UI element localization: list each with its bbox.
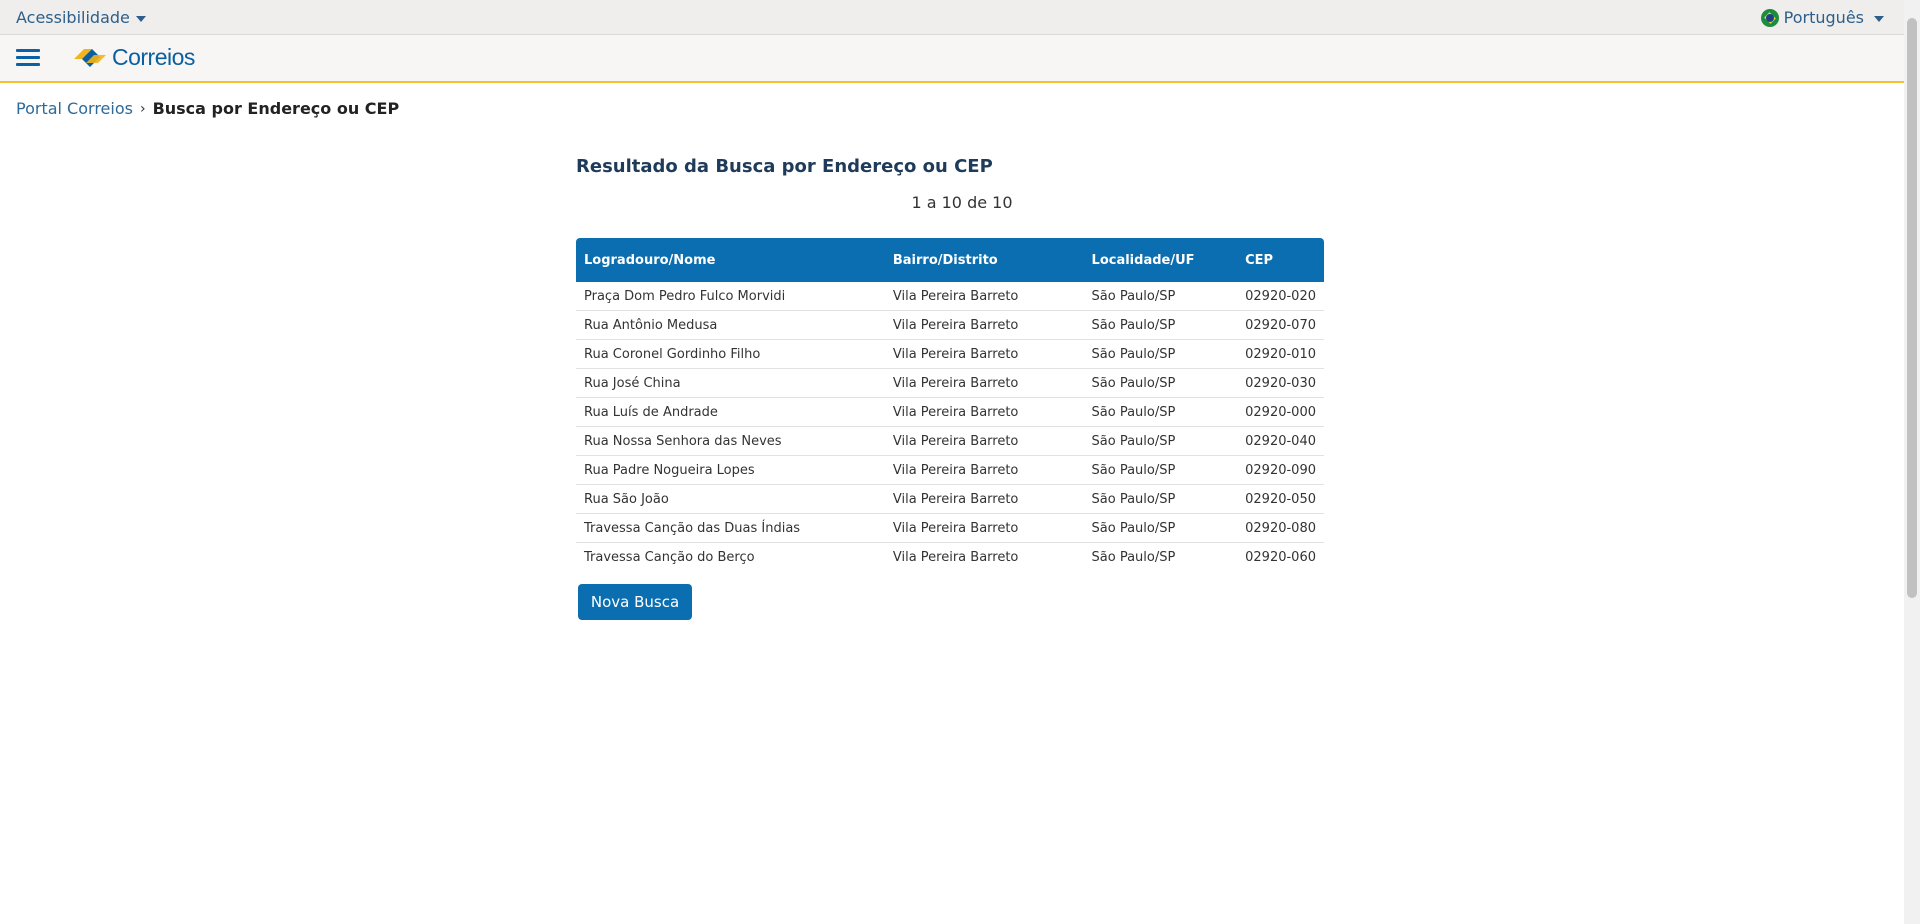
hamburger-icon[interactable] bbox=[16, 49, 40, 67]
cell-cep: 02920-040 bbox=[1237, 426, 1324, 456]
results-table: Logradouro/Nome Bairro/Distrito Localida… bbox=[576, 238, 1324, 571]
table-row: Rua Padre Nogueira Lopes Vila Pereira Ba… bbox=[576, 455, 1324, 485]
correios-logo-mark-icon bbox=[74, 49, 106, 67]
cell-bairro: Vila Pereira Barreto bbox=[884, 513, 1084, 543]
accessibility-menu[interactable]: Acessibilidade bbox=[16, 8, 146, 27]
cell-logradouro: Travessa Canção das Duas Índias bbox=[576, 513, 885, 543]
page-scrollbar[interactable] bbox=[1904, 0, 1920, 924]
language-selector[interactable]: Português bbox=[1760, 8, 1884, 27]
breadcrumb: Portal Correios › Busca por Endereço ou … bbox=[16, 99, 399, 118]
logo-text: Correios bbox=[112, 43, 195, 70]
cell-logradouro: Travessa Canção do Berço bbox=[584, 549, 755, 565]
breadcrumb-current: Busca por Endereço ou CEP bbox=[152, 99, 400, 118]
cell-bairro: Vila Pereira Barreto bbox=[884, 455, 1084, 485]
new-search-button[interactable]: Nova Busca bbox=[578, 584, 692, 620]
result-counter: 1 a 10 de 10 bbox=[911, 193, 1013, 212]
scrollbar-thumb[interactable] bbox=[1907, 18, 1917, 598]
table-row: Rua Nossa Senhora das Neves Vila Pereira… bbox=[576, 426, 1324, 456]
cell-logradouro: Rua Luís de Andrade bbox=[576, 397, 885, 427]
cell-localidade: São Paulo/SP bbox=[1083, 339, 1238, 369]
table-row: Travessa Canção das Duas Índias Vila Per… bbox=[576, 513, 1324, 543]
cell-bairro: Vila Pereira Barreto bbox=[884, 310, 1084, 340]
table-row: Rua José China Vila Pereira Barreto São … bbox=[576, 368, 1324, 398]
page-title: Resultado da Busca por Endereço ou CEP bbox=[576, 156, 993, 177]
cell-localidade: São Paulo/SP bbox=[1083, 455, 1238, 485]
table-row: Rua Coronel Gordinho Filho Vila Pereira … bbox=[576, 339, 1324, 369]
cell-cep: 02920-030 bbox=[1237, 368, 1324, 398]
cell-localidade: São Paulo/SP bbox=[1083, 426, 1238, 456]
chevron-down-icon bbox=[1874, 15, 1884, 22]
breadcrumb-separator-icon: › bbox=[139, 100, 146, 117]
table-row: Travessa Canção do Berço Vila Pereira Ba… bbox=[576, 543, 1324, 572]
brazil-flag-icon bbox=[1760, 8, 1779, 27]
cell-logradouro: Rua São João bbox=[576, 484, 885, 514]
cell-localidade: São Paulo/SP bbox=[1083, 310, 1238, 340]
column-header-bairro: Bairro/Distrito bbox=[884, 238, 1084, 282]
cell-cep: 02920-000 bbox=[1237, 397, 1324, 427]
cell-bairro: Vila Pereira Barreto bbox=[884, 282, 1084, 311]
cell-localidade: São Paulo/SP bbox=[1091, 549, 1176, 565]
cell-cep: 02920-010 bbox=[1237, 339, 1324, 369]
cell-bairro: Vila Pereira Barreto bbox=[884, 426, 1084, 456]
cell-cep: 02920-060 bbox=[1245, 549, 1316, 565]
table-row: Rua Luís de Andrade Vila Pereira Barreto… bbox=[576, 397, 1324, 427]
cell-logradouro: Rua Nossa Senhora das Neves bbox=[576, 426, 885, 456]
column-header-logradouro: Logradouro/Nome bbox=[576, 238, 885, 282]
cell-bairro: Vila Pereira Barreto bbox=[884, 397, 1084, 427]
cell-cep: 02920-090 bbox=[1237, 455, 1324, 485]
table-header-row: Logradouro/Nome Bairro/Distrito Localida… bbox=[576, 238, 1324, 282]
table-row: Rua São João Vila Pereira Barreto São Pa… bbox=[576, 484, 1324, 514]
column-header-localidade: Localidade/UF bbox=[1083, 238, 1238, 282]
cell-cep: 02920-080 bbox=[1237, 513, 1324, 543]
cell-logradouro: Praça Dom Pedro Fulco Morvidi bbox=[576, 282, 885, 311]
breadcrumb-home-link[interactable]: Portal Correios bbox=[16, 99, 133, 118]
cell-cep: 02920-070 bbox=[1237, 310, 1324, 340]
cell-localidade: São Paulo/SP bbox=[1083, 484, 1238, 514]
cell-localidade: São Paulo/SP bbox=[1083, 368, 1238, 398]
cell-cep: 02920-050 bbox=[1237, 484, 1324, 514]
cell-bairro: Vila Pereira Barreto bbox=[884, 339, 1084, 369]
accessibility-label: Acessibilidade bbox=[16, 8, 130, 27]
cell-logradouro: Rua Antônio Medusa bbox=[576, 310, 885, 340]
cell-localidade: São Paulo/SP bbox=[1083, 513, 1238, 543]
top-utility-bar: Acessibilidade Português bbox=[0, 0, 1904, 35]
cell-logradouro: Rua José China bbox=[576, 368, 885, 398]
table-row: Praça Dom Pedro Fulco Morvidi Vila Perei… bbox=[576, 282, 1324, 311]
cell-logradouro: Rua Coronel Gordinho Filho bbox=[576, 339, 885, 369]
column-header-cep: CEP bbox=[1237, 238, 1324, 282]
main-header: Correios bbox=[0, 35, 1904, 83]
cell-cep: 02920-020 bbox=[1237, 282, 1324, 311]
table-row: Rua Antônio Medusa Vila Pereira Barreto … bbox=[576, 310, 1324, 340]
cell-localidade: São Paulo/SP bbox=[1083, 282, 1238, 311]
cell-logradouro: Rua Padre Nogueira Lopes bbox=[576, 455, 885, 485]
cell-localidade: São Paulo/SP bbox=[1083, 397, 1238, 427]
language-label: Português bbox=[1783, 8, 1864, 27]
cell-bairro: Vila Pereira Barreto bbox=[884, 484, 1084, 514]
cell-bairro: Vila Pereira Barreto bbox=[892, 549, 1019, 565]
correios-logo[interactable]: Correios bbox=[72, 43, 195, 71]
cell-bairro: Vila Pereira Barreto bbox=[884, 368, 1084, 398]
chevron-down-icon bbox=[135, 15, 146, 22]
